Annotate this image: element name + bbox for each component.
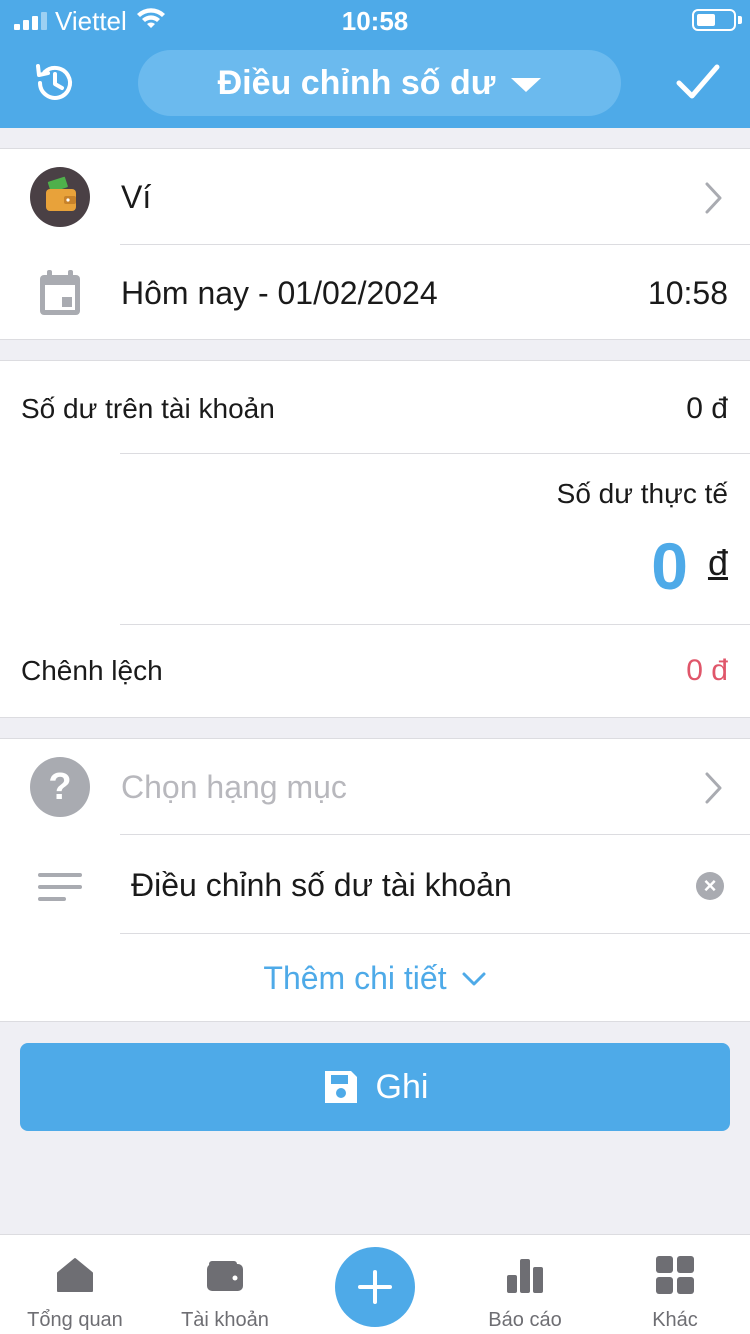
status-time: 10:58 bbox=[341, 6, 409, 36]
wallet-row[interactable]: Ví bbox=[0, 149, 750, 245]
caret-down-icon bbox=[511, 78, 542, 92]
grid-icon bbox=[656, 1256, 694, 1294]
chevron-down-icon bbox=[462, 972, 486, 985]
balance-section: Số dư trên tài khoản 0 đ Số dư thực tế 0… bbox=[0, 360, 750, 718]
history-icon[interactable] bbox=[32, 60, 78, 106]
wallet-name: Ví bbox=[121, 179, 152, 215]
plus-icon bbox=[358, 1270, 392, 1304]
wallet-icon bbox=[207, 1261, 243, 1291]
status-bar: Viettel 10:58 bbox=[0, 0, 750, 40]
calendar-icon bbox=[40, 270, 80, 315]
save-button[interactable]: Ghi bbox=[20, 1043, 730, 1131]
add-transaction-button[interactable] bbox=[335, 1247, 415, 1327]
difference-value: 0 đ bbox=[686, 654, 728, 687]
tab-overview[interactable]: Tổng quan bbox=[0, 1235, 150, 1334]
bar-chart-icon bbox=[507, 1259, 543, 1293]
more-details-label: Thêm chi tiết bbox=[263, 960, 447, 996]
clear-icon[interactable]: × bbox=[696, 872, 724, 900]
account-balance-label: Số dư trên tài khoản bbox=[21, 393, 275, 424]
actual-balance-row[interactable]: Số dư thực tế 0 đ bbox=[0, 454, 750, 624]
tab-reports[interactable]: Báo cáo bbox=[450, 1235, 600, 1334]
battery-icon bbox=[692, 9, 736, 31]
more-details-row[interactable]: Thêm chi tiết bbox=[0, 934, 750, 1023]
tab-more[interactable]: Khác bbox=[600, 1235, 750, 1334]
checkmark-icon[interactable] bbox=[676, 62, 720, 102]
question-icon: ? bbox=[30, 757, 90, 817]
date-label: Hôm nay - 01/02/2024 bbox=[121, 275, 438, 311]
details-section: ? Chọn hạng mục Điều chỉnh số dư tài kho… bbox=[0, 738, 750, 1022]
save-label: Ghi bbox=[375, 1067, 429, 1106]
tab-accounts[interactable]: Tài khoản bbox=[150, 1235, 300, 1334]
note-text[interactable]: Điều chỉnh số dư tài khoản bbox=[131, 867, 512, 904]
tab-more-label: Khác bbox=[652, 1309, 698, 1331]
home-icon bbox=[57, 1258, 93, 1292]
account-date-section: Ví Hôm nay - 01/02/2024 10:58 bbox=[0, 148, 750, 340]
chevron-right-icon bbox=[705, 772, 722, 804]
account-balance-value: 0 đ bbox=[686, 392, 728, 425]
tab-overview-label: Tổng quan bbox=[27, 1309, 123, 1331]
battery-tip bbox=[738, 16, 742, 24]
tab-accounts-label: Tài khoản bbox=[181, 1309, 269, 1331]
actual-balance-value[interactable]: 0 bbox=[651, 528, 688, 604]
difference-label: Chênh lệch bbox=[21, 655, 163, 686]
app-header: Viettel 10:58 Điều chỉnh số dư bbox=[0, 0, 750, 128]
note-row[interactable]: Điều chỉnh số dư tài khoản × bbox=[0, 835, 750, 933]
category-placeholder: Chọn hạng mục bbox=[121, 769, 347, 805]
wallet-icon bbox=[30, 167, 90, 227]
note-icon bbox=[38, 873, 82, 901]
date-row[interactable]: Hôm nay - 01/02/2024 10:58 bbox=[0, 245, 750, 341]
account-balance-row: Số dư trên tài khoản 0 đ bbox=[0, 361, 750, 453]
tab-bar: Tổng quan Tài khoản Báo cáo Khác bbox=[0, 1234, 750, 1334]
save-icon bbox=[324, 1071, 357, 1103]
category-row[interactable]: ? Chọn hạng mục bbox=[0, 739, 750, 835]
title-dropdown[interactable]: Điều chỉnh số dư bbox=[138, 50, 621, 116]
chevron-right-icon bbox=[705, 182, 722, 214]
difference-row: Chênh lệch 0 đ bbox=[0, 625, 750, 719]
actual-balance-currency: đ bbox=[707, 542, 728, 583]
page-title: Điều chỉnh số dư bbox=[217, 63, 496, 102]
time-label[interactable]: 10:58 bbox=[648, 275, 728, 312]
actual-balance-label: Số dư thực tế bbox=[556, 478, 728, 509]
tab-reports-label: Báo cáo bbox=[488, 1309, 562, 1331]
